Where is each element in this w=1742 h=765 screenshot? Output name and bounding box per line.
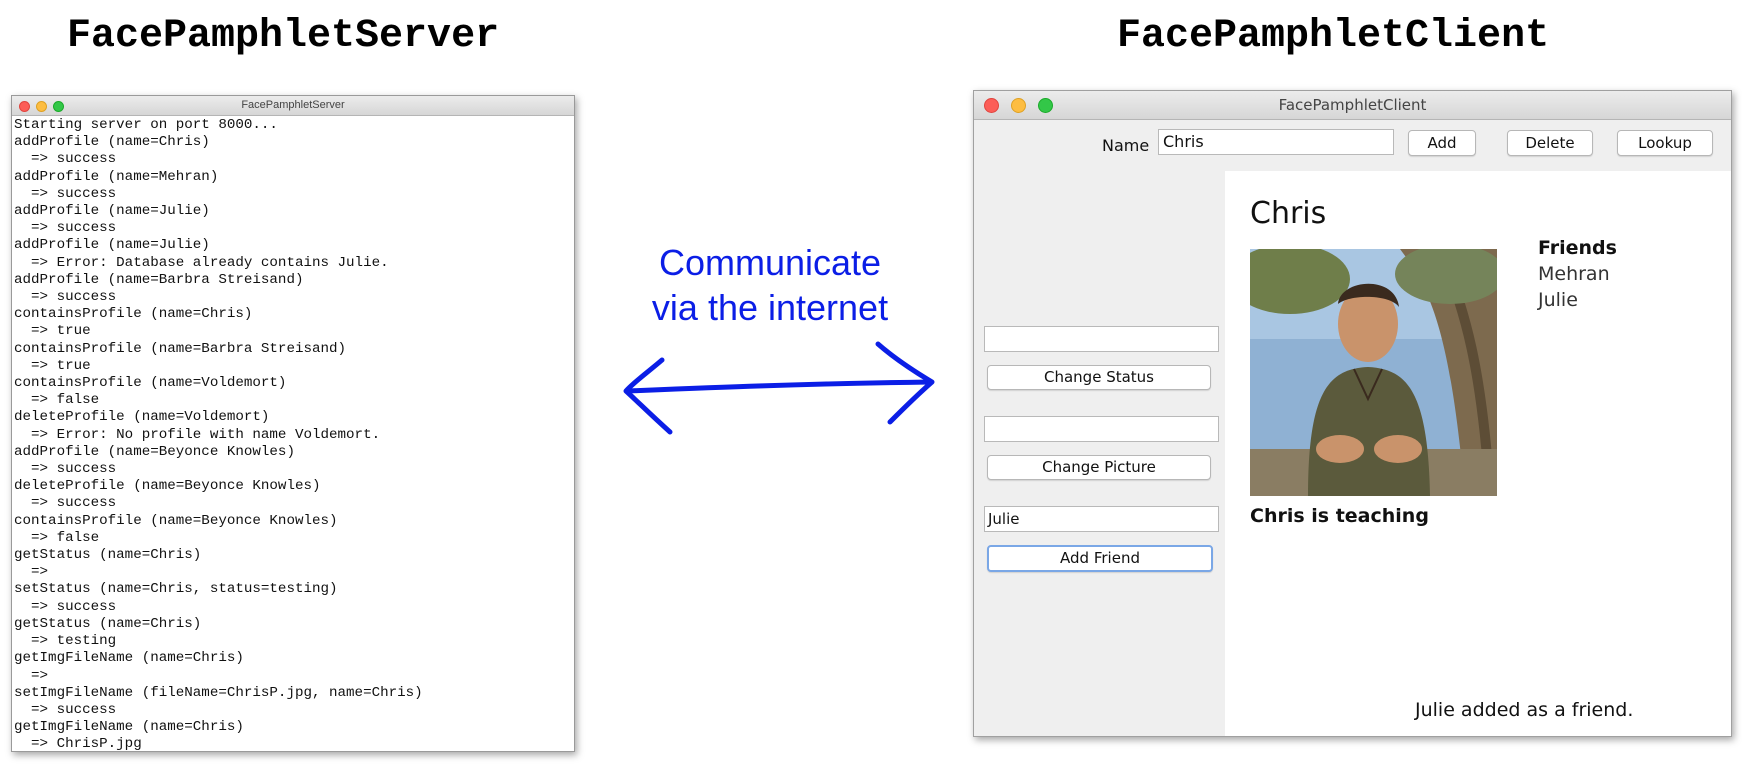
log-line: => false — [14, 392, 100, 409]
log-line: getImgFileName (name=Chris) — [14, 719, 244, 736]
status-message: Julie added as a friend. — [1415, 699, 1634, 721]
minimize-button[interactable] — [1011, 98, 1026, 113]
log-line: addProfile (name=Julie) — [14, 203, 210, 220]
log-line: => success — [14, 151, 117, 168]
log-line: containsProfile (name=Chris) — [14, 306, 253, 323]
log-line: Starting server on port 8000... — [14, 117, 278, 133]
log-line: => true — [14, 323, 91, 340]
control-panel: Change Status Change Picture Julie Add F… — [974, 171, 1224, 736]
client-heading: FacePamphletClient — [1117, 14, 1550, 59]
server-heading: FacePamphletServer — [67, 14, 500, 59]
zoom-button[interactable] — [53, 101, 64, 112]
add-button[interactable]: Add — [1408, 130, 1476, 156]
server-window: FacePamphletServer Starting server on po… — [11, 95, 575, 752]
picture-input[interactable] — [984, 416, 1219, 442]
log-line: setStatus (name=Chris, status=testing) — [14, 581, 338, 598]
lookup-button[interactable]: Lookup — [1617, 130, 1713, 156]
change-status-button[interactable]: Change Status — [987, 365, 1211, 390]
change-picture-button[interactable]: Change Picture — [987, 455, 1211, 480]
close-button[interactable] — [984, 98, 999, 113]
log-line: addProfile (name=Barbra Streisand) — [14, 271, 304, 288]
log-line: => ChrisP.jpg — [14, 736, 142, 752]
log-line: getImgFileName (name=Chris) — [14, 650, 244, 667]
log-line: addProfile (name=Beyonce Knowles) — [14, 443, 295, 460]
log-line: => success — [14, 701, 117, 718]
status-input[interactable] — [984, 326, 1219, 352]
log-line: => success — [14, 289, 117, 306]
profile-photo — [1250, 249, 1497, 496]
log-line: => success — [14, 220, 117, 237]
log-line: => success — [14, 185, 117, 202]
name-label: Name — [1102, 136, 1150, 155]
log-line: => — [14, 667, 49, 684]
log-line: getStatus (name=Chris) — [14, 615, 202, 632]
log-line: addProfile (name=Mehran) — [14, 168, 219, 185]
client-toolbar: Name Chris Add Delete Lookup — [974, 119, 1731, 171]
log-line: => success — [14, 495, 117, 512]
log-line: => Error: No profile with name Voldemort… — [14, 426, 381, 443]
client-window: FacePamphletClient Name Chris Add Delete… — [973, 90, 1732, 737]
close-button[interactable] — [19, 101, 30, 112]
client-window-title: FacePamphletClient — [1278, 96, 1427, 114]
person-photo-icon — [1250, 249, 1497, 496]
log-line: setImgFileName (fileName=ChrisP.jpg, nam… — [14, 684, 423, 701]
friend-item: Julie — [1538, 289, 1578, 311]
log-line: => — [14, 564, 49, 581]
server-window-controls — [19, 96, 64, 112]
delete-button[interactable]: Delete — [1507, 130, 1593, 156]
minimize-button[interactable] — [36, 101, 47, 112]
profile-status: Chris is teaching — [1250, 505, 1429, 527]
communication-label-line1: Communicate — [658, 242, 882, 283]
log-line: => success — [14, 461, 117, 478]
profile-display: Chris Chris is teaching Friends Mehran J… — [1225, 171, 1731, 736]
name-input[interactable]: Chris — [1158, 129, 1394, 155]
log-line: => testing — [14, 633, 117, 650]
friend-item: Mehran — [1538, 263, 1610, 285]
add-friend-button[interactable]: Add Friend — [987, 545, 1213, 572]
profile-name: Chris — [1250, 196, 1327, 231]
client-window-controls — [984, 91, 1053, 113]
log-line: => Error: Database already contains Juli… — [14, 254, 389, 271]
log-line: containsProfile (name=Beyonce Knowles) — [14, 512, 338, 529]
double-arrow-icon — [623, 341, 935, 435]
log-line: => success — [14, 598, 117, 615]
zoom-button[interactable] — [1038, 98, 1053, 113]
server-console[interactable]: Starting server on port 8000... addProfil… — [12, 116, 574, 752]
friend-input[interactable]: Julie — [984, 506, 1219, 532]
client-titlebar: FacePamphletClient — [974, 91, 1731, 120]
log-line: addProfile (name=Julie) — [14, 237, 210, 254]
server-titlebar: FacePamphletServer — [12, 96, 574, 116]
log-line: => true — [14, 357, 91, 374]
friends-heading: Friends — [1538, 237, 1617, 259]
communication-label: Communicate via the internet — [620, 240, 920, 330]
server-window-title: FacePamphletServer — [241, 99, 345, 111]
log-line: addProfile (name=Chris) — [14, 134, 210, 151]
log-line: containsProfile (name=Barbra Streisand) — [14, 340, 347, 357]
log-line: deleteProfile (name=Beyonce Knowles) — [14, 478, 321, 495]
log-line: containsProfile (name=Voldemort) — [14, 375, 287, 392]
log-line: => false — [14, 529, 100, 546]
log-line: getStatus (name=Chris) — [14, 547, 202, 564]
log-line: deleteProfile (name=Voldemort) — [14, 409, 270, 426]
communication-label-line2: via the internet — [651, 287, 889, 328]
